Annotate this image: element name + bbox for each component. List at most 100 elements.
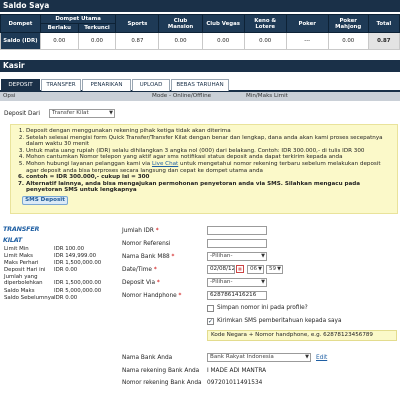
bank-m88-select[interactable]: -Pilihan- ▼ (207, 252, 267, 261)
referensi-input[interactable] (207, 239, 267, 248)
row-label-saldo: Saldo (IDR) (0, 32, 41, 50)
col-sports: Sports (115, 14, 160, 33)
limit-value: IDR 0.00 (54, 267, 78, 273)
handphone-label: Nomor Handphone * (122, 293, 182, 299)
kasir-tabs: DEPOSIT TRANSFER PENARIKAN UPLOAD BEBAS … (0, 78, 400, 92)
edit-link[interactable]: Edit (316, 355, 327, 361)
limit-label: Saldo Maks (4, 288, 35, 294)
chevron-down-icon: ▼ (261, 253, 265, 259)
notice-item: Mohon hubungi layanan pelanggan kami via… (26, 161, 394, 174)
tab-penarikan[interactable]: PENARIKAN (82, 79, 131, 91)
limit-value: IDR 0.00 (54, 295, 78, 301)
col-dompet: Dompet (0, 14, 41, 33)
col-dompet-utama: Dompet Utama (39, 14, 117, 24)
nomor-rek-value: 097201011491534 (207, 380, 263, 386)
limit-label: Limit Min (4, 246, 29, 252)
tab-bebas-taruhan[interactable]: BEBAS TARUHAN (171, 79, 229, 91)
col-club-mansion: Club Mansion (158, 14, 203, 33)
chevron-down-icon: ▼ (258, 266, 262, 272)
via-label: Deposit Via * (122, 280, 160, 286)
limit-value: IDR 1,500,000.00 (54, 260, 102, 266)
bank-m88-value: -Pilihan- (210, 253, 233, 259)
sms-deposit-badge[interactable]: SMS Deposit (22, 195, 68, 205)
limit-label: Jumlah yang diperbolehkan (4, 274, 43, 286)
cell-berlaku: 0.00 (39, 32, 79, 50)
tab-deposit[interactable]: DEPOSIT (1, 79, 40, 91)
cell-total: 0.87 (367, 32, 400, 50)
info-minmax: Min/Maks Limit (246, 93, 288, 99)
date-input[interactable]: 02/08/12 (207, 265, 235, 274)
limit-label: Deposit Hari ini (4, 267, 46, 273)
limit-value: IDR 149,999.00 (54, 253, 97, 259)
tab-transfer[interactable]: TRANSFER (41, 79, 81, 91)
col-poker: Poker (285, 14, 329, 33)
kasir-header: Kasir (0, 60, 400, 72)
sms-label: Kirimkan SMS pemberitahuan kepada saya (217, 318, 342, 324)
notice-item: Deposit dengan menggunakan rekening piha… (26, 128, 394, 135)
cell-terkunci: 0.00 (77, 32, 117, 50)
deposit-dari-select[interactable]: Transfer Kilat ▼ (49, 109, 115, 118)
col-keno-lotere: Keno & Lotere (243, 14, 287, 33)
tab-upload[interactable]: UPLOAD (132, 79, 170, 91)
referensi-label: Nomor Referensi (122, 241, 171, 247)
cell-poker-mahjong: 0.00 (327, 32, 369, 50)
sms-checkbox[interactable]: ✓ (207, 318, 214, 325)
notice-box: Deposit dengan menggunakan rekening piha… (10, 124, 398, 214)
nama-rek-label: Nama rekening Bank Anda (122, 368, 200, 374)
handphone-input[interactable]: 6287861416216 (207, 291, 267, 300)
via-value: -Pilihan- (210, 279, 233, 285)
limit-label: Maks Perhari (4, 260, 39, 266)
col-terkunci: Terkunci (77, 23, 117, 33)
info-opsi: Opsi (3, 93, 16, 99)
limit-label: Saldo Sebelumnya (4, 295, 55, 301)
chevron-down-icon: ▼ (261, 279, 265, 285)
notice-item: Mohon cantumkan Nomor telepon yang aktif… (26, 154, 394, 161)
col-total: Total (367, 14, 400, 33)
jumlah-input[interactable] (207, 226, 267, 235)
minute-value: 59 (269, 266, 277, 272)
notice-item: contoh = IDR 300.000,- cukup isi = 300 (26, 174, 394, 181)
date-label: Date/Time * (122, 267, 157, 273)
balance-table: Dompet Dompet Utama Sports Club Mansion … (0, 14, 400, 50)
hour-select[interactable]: 06 ▼ (247, 265, 264, 274)
col-berlaku: Berlaku (39, 23, 79, 33)
nomor-rek-label: Nomor rekening Bank Anda (122, 380, 202, 386)
minute-select[interactable]: 59 ▼ (266, 265, 283, 274)
bank-m88-label: Nama Bank M88 * (122, 254, 175, 260)
limit-label: Limit Maks (4, 253, 33, 259)
transfer-kilat-logo: TRANSFER KILAT (3, 225, 40, 244)
notice-item: Untuk mata uang rupiah (IDR) selalu dihi… (26, 148, 394, 155)
cell-keno-lotere: 0.00 (243, 32, 287, 50)
handphone-hint: Kode Negara + Nomor handphone, e.g. 6287… (207, 330, 397, 341)
jumlah-label: Jumlah IDR * (122, 228, 159, 234)
simpan-checkbox[interactable] (207, 305, 214, 312)
chevron-down-icon: ▼ (109, 110, 113, 116)
col-poker-mahjong: Poker Mahjong (327, 14, 369, 33)
nama-bank-label: Nama Bank Anda (122, 355, 173, 361)
nama-rek-value: I MADE ADI MANTRA (207, 368, 267, 374)
limit-value: IDR 5,000,000.00 (54, 288, 102, 294)
limit-value: IDR 1,500,000.00 (54, 280, 102, 286)
via-select[interactable]: -Pilihan- ▼ (207, 278, 267, 287)
cell-club-vegas: 0.00 (201, 32, 245, 50)
chevron-down-icon: ▼ (305, 354, 309, 360)
calendar-icon[interactable]: ▦ (236, 265, 244, 273)
nama-bank-value: Bank Rakyat Indonesia (210, 354, 274, 360)
saldo-header: Saldo Saya (0, 0, 400, 12)
cell-sports: 0.87 (115, 32, 160, 50)
cell-club-mansion: 0.00 (158, 32, 203, 50)
deposit-dari-value: Transfer Kilat (52, 110, 89, 116)
limit-value: IDR 100.00 (54, 246, 85, 252)
info-bar: Opsi Mode - Online/Offline Min/Maks Limi… (0, 92, 400, 101)
info-mode: Mode - Online/Offline (152, 93, 212, 99)
chevron-down-icon: ▼ (277, 266, 281, 272)
notice-item: Setelah selesai mengisi form Quick Trans… (26, 135, 394, 148)
nama-bank-select[interactable]: Bank Rakyat Indonesia ▼ (207, 353, 311, 362)
hour-value: 06 (250, 266, 258, 272)
notice-item: Alternatif lainnya, anda bisa mengajukan… (26, 181, 394, 194)
simpan-label: Simpan nomor ini pada profile? (217, 305, 308, 311)
live-chat-link[interactable]: Live Chat (152, 161, 178, 167)
col-club-vegas: Club Vegas (201, 14, 245, 33)
deposit-dari-label: Deposit Dari (4, 111, 41, 117)
cell-poker: --- (285, 32, 329, 50)
